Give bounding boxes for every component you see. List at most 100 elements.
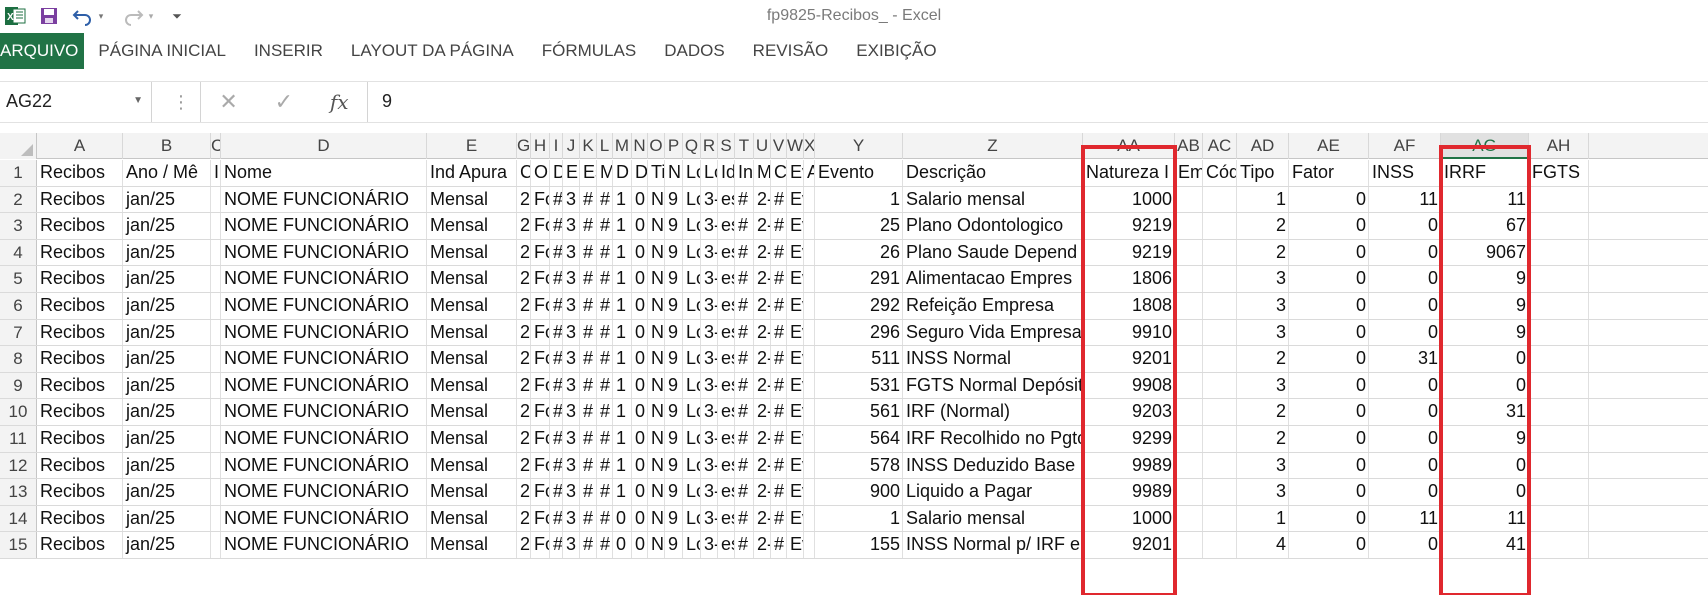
cell-af15[interactable]: 0 [1369,532,1441,558]
cell-v1[interactable]: Ca [771,160,787,186]
cell-q11[interactable]: Lo [683,426,701,452]
cell-z9[interactable]: FGTS Normal Depósit [903,372,1083,399]
cell-ab8[interactable] [1175,346,1203,372]
column-header-t[interactable]: T [735,133,754,159]
cell-v2[interactable]: # [771,186,787,213]
cell-ad8[interactable]: 2 [1237,346,1289,372]
cell-ae10[interactable]: 0 [1289,399,1369,425]
cell-z15[interactable]: INSS Normal p/ IRF e [903,532,1083,558]
cell-w12[interactable]: Eve [787,452,804,479]
row-header[interactable]: 14 [0,505,37,532]
cell-j8[interactable]: 3 [563,346,580,372]
cell-v11[interactable]: # [771,426,787,452]
cell-c8[interactable] [211,346,221,372]
cell-n15[interactable]: 0 [632,532,648,558]
formula-input[interactable]: 9 [382,91,392,112]
insert-function-icon[interactable]: fx [330,90,349,114]
column-header-k[interactable]: K [580,133,597,159]
cell-ab15[interactable] [1175,532,1203,558]
cell-af4[interactable]: 0 [1369,239,1441,266]
cell-ad2[interactable]: 1 [1237,186,1289,213]
row-header[interactable]: 10 [0,399,37,425]
cell-u14[interactable]: 2- [754,505,771,532]
cell-p4[interactable]: 9 [665,239,683,266]
cell-d3[interactable]: NOME FUNCIONÁRIO [221,213,427,239]
cell-t11[interactable]: # [735,426,754,452]
cell-n10[interactable]: 0 [632,399,648,425]
cell-c5[interactable] [211,266,221,292]
cell-ac6[interactable] [1203,293,1237,319]
cell-ah3[interactable] [1529,213,1589,239]
cell-ag8[interactable]: 0 [1441,346,1529,372]
cell-a13[interactable]: Recibos [37,479,123,505]
cell-i10[interactable]: # [550,399,563,425]
cell-ae15[interactable]: 0 [1289,532,1369,558]
cell-g10[interactable]: 2- [517,399,531,425]
cell-m14[interactable]: 0 [613,505,632,532]
cell-v3[interactable]: # [771,213,787,239]
cell-af9[interactable]: 0 [1369,372,1441,399]
cell-ad11[interactable]: 2 [1237,426,1289,452]
row-header[interactable]: 8 [0,346,37,372]
row-header[interactable]: 6 [0,293,37,319]
cell-y8[interactable]: 511 [815,346,903,372]
cell-ag11[interactable]: 9 [1441,426,1529,452]
formula-bar-resize-icon[interactable]: ⋮ [172,92,190,113]
cell-h10[interactable]: Fo [531,399,550,425]
cell-e6[interactable]: Mensal [427,293,517,319]
cell-e8[interactable]: Mensal [427,346,517,372]
column-header-p[interactable]: P [665,133,683,159]
cell-ae4[interactable]: 0 [1289,239,1369,266]
cell-x4[interactable] [804,239,815,266]
cell-b8[interactable]: jan/25 [123,346,211,372]
cell-p7[interactable]: 9 [665,319,683,346]
cell-ab11[interactable] [1175,426,1203,452]
cell-ad7[interactable]: 3 [1237,319,1289,346]
cell-ac2[interactable] [1203,186,1237,213]
cell-k13[interactable]: # [580,479,597,505]
cell-aa7[interactable]: 9910 [1083,319,1175,346]
cell-d9[interactable]: NOME FUNCIONÁRIO [221,372,427,399]
cell-u6[interactable]: 2- [754,293,771,319]
cell-v4[interactable]: # [771,239,787,266]
cell-ab2[interactable] [1175,186,1203,213]
cell-c9[interactable] [211,372,221,399]
cell-h8[interactable]: Fo [531,346,550,372]
cell-x12[interactable] [804,452,815,479]
cell-g11[interactable]: 2- [517,426,531,452]
cell-o13[interactable]: N [648,479,665,505]
cell-ab5[interactable] [1175,266,1203,292]
tab-ribbon-3[interactable]: LAYOUT DA PÁGINA [337,33,528,69]
cell-ag4[interactable]: 9067 [1441,239,1529,266]
cell-u1[interactable]: M [754,160,771,186]
cell-r1[interactable]: Lo [701,160,718,186]
cell-k3[interactable]: # [580,213,597,239]
cell-j4[interactable]: 3 [563,239,580,266]
cell-l6[interactable]: # [597,293,613,319]
cell-r8[interactable]: 3- [701,346,718,372]
cell-u3[interactable]: 2- [754,213,771,239]
cell-ab1[interactable]: Em [1175,160,1203,186]
cell-v8[interactable]: # [771,346,787,372]
cell-s15[interactable]: es [718,532,735,558]
cell-h1[interactable]: O [531,160,550,186]
cell-a10[interactable]: Recibos [37,399,123,425]
cell-d11[interactable]: NOME FUNCIONÁRIO [221,426,427,452]
cell-j15[interactable]: 3 [563,532,580,558]
cell-ah11[interactable] [1529,426,1589,452]
cell-k8[interactable]: # [580,346,597,372]
cell-b11[interactable]: jan/25 [123,426,211,452]
cell-e10[interactable]: Mensal [427,399,517,425]
cell-m10[interactable]: 1 [613,399,632,425]
row-header[interactable]: 4 [0,239,37,266]
cell-aa11[interactable]: 9299 [1083,426,1175,452]
cell-ac1[interactable]: Cód [1203,160,1237,186]
row-header[interactable]: 15 [0,532,37,558]
cell-r2[interactable]: 3- [701,186,718,213]
cell-q5[interactable]: Lo [683,266,701,292]
cell-p12[interactable]: 9 [665,452,683,479]
column-header-x[interactable]: X [804,133,815,159]
cell-i4[interactable]: # [550,239,563,266]
cell-a11[interactable]: Recibos [37,426,123,452]
column-header-r[interactable]: R [701,133,718,159]
